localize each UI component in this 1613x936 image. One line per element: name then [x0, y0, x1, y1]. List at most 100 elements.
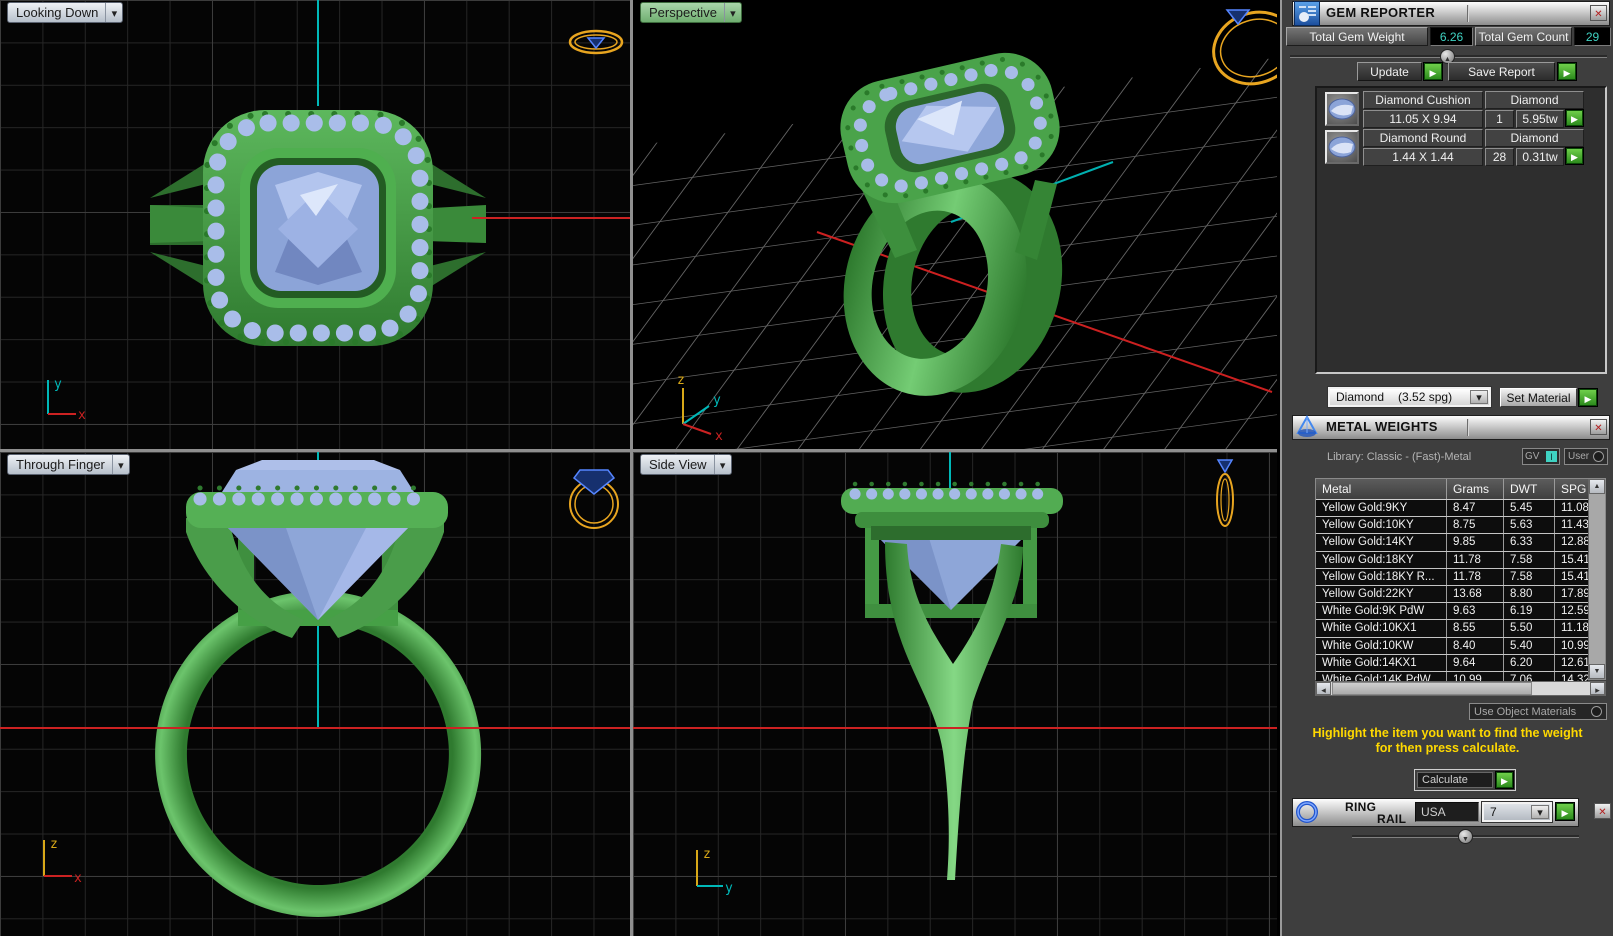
- cell-metal: White Gold:10KW: [1316, 637, 1447, 654]
- viewport-through-finger[interactable]: Through Finger ▾ z x: [0, 452, 630, 936]
- metal-table-row[interactable]: White Gold:14KX1 9.64 6.20 12.61: [1316, 654, 1588, 672]
- cell-grams: 9.63: [1447, 603, 1504, 620]
- col-grams[interactable]: Grams: [1447, 479, 1504, 499]
- set-material-button[interactable]: Set Material: [1500, 388, 1577, 407]
- scroll-left-button[interactable]: [1316, 682, 1331, 695]
- metal-table-row[interactable]: Yellow Gold:10KY 8.75 5.63 11.43: [1316, 517, 1588, 535]
- viewport-side-view[interactable]: Side View ▾ z y: [633, 452, 1277, 936]
- ring-standard-field[interactable]: USA: [1415, 802, 1479, 822]
- set-material-run-button[interactable]: [1578, 388, 1598, 407]
- scrollbar-thumb[interactable]: [1332, 682, 1532, 695]
- gv-toggle[interactable]: GV I: [1522, 448, 1560, 465]
- cell-spg: 11.43: [1561, 519, 1588, 532]
- ring-side-view-render: z y: [633, 452, 1277, 896]
- cell-dwt: 8.80: [1504, 585, 1555, 603]
- metal-weights-icon: [1294, 414, 1320, 440]
- ring-rail-close-button[interactable]: [1594, 803, 1611, 819]
- gem-row-run-button[interactable]: [1565, 147, 1584, 165]
- metal-table-row[interactable]: Yellow Gold:18KY 11.78 7.58 15.41: [1316, 551, 1588, 569]
- viewport-menu-button[interactable]: [105, 3, 122, 22]
- play-icon: [1585, 391, 1592, 405]
- cell-dwt: 7.58: [1504, 551, 1555, 568]
- viewport-menu-button[interactable]: [713, 455, 731, 474]
- cell-grams: 8.75: [1447, 517, 1504, 534]
- metal-table-row[interactable]: White Gold:10KX1 8.55 5.50 11.18: [1316, 620, 1588, 638]
- cell-spg: 15.41: [1561, 553, 1588, 566]
- col-spg[interactable]: SPG: [1555, 479, 1588, 499]
- update-run-button[interactable]: [1423, 62, 1443, 81]
- scroll-right-button[interactable]: [1590, 682, 1605, 695]
- gem-list-item[interactable]: Diamond Round Diamond 1.44 X 1.44 28 0.3…: [1319, 129, 1589, 166]
- gem-thumbnail-icon: [1325, 92, 1359, 126]
- cell-dwt: 6.33: [1504, 534, 1555, 551]
- viewport-perspective[interactable]: Perspective ▾ z y x: [633, 0, 1277, 449]
- scroll-up-button[interactable]: ▲: [1589, 479, 1605, 494]
- scroll-down-button[interactable]: ▼: [1589, 664, 1605, 679]
- svg-text:y: y: [725, 881, 733, 896]
- viewport-splitter-vertical[interactable]: [630, 0, 633, 936]
- metal-table-row[interactable]: Yellow Gold:9KY 8.47 5.45 11.08: [1316, 500, 1588, 518]
- metal-table-row[interactable]: Yellow Gold:18KY R... 11.78 7.58 15.41: [1316, 568, 1588, 586]
- calculate-button[interactable]: Calculate: [1417, 772, 1493, 788]
- metal-table-row[interactable]: White Gold:9K PdW 9.63 6.19 12.59: [1316, 603, 1588, 621]
- gem-count: 28: [1485, 148, 1514, 166]
- cell-grams: 11.78: [1447, 568, 1504, 585]
- ring-orientation-icon: [1216, 459, 1234, 527]
- metal-weights-table: Metal Grams DWT SPG Yellow Gold:9KY 8.47…: [1315, 478, 1606, 690]
- material-select[interactable]: Diamond (3.52 spg): [1327, 386, 1492, 408]
- total-gem-weight-label: Total Gem Weight: [1286, 27, 1428, 46]
- cell-metal: White Gold:14KX1: [1316, 654, 1447, 671]
- cell-metal: Yellow Gold:10KY: [1316, 517, 1447, 534]
- gem-list-item[interactable]: Diamond Cushion Diamond 11.05 X 9.94 1 5…: [1319, 91, 1589, 128]
- table-vertical-scrollbar[interactable]: ▲ ▼: [1588, 479, 1605, 679]
- material-select-arrow[interactable]: [1470, 390, 1488, 404]
- gv-label: GV: [1525, 451, 1540, 462]
- gem-row-run-button[interactable]: [1565, 109, 1584, 127]
- viewport-looking-down[interactable]: Looking Down ▾ y x: [0, 0, 630, 449]
- svg-text:z: z: [50, 837, 58, 852]
- table-horizontal-scrollbar[interactable]: [1315, 681, 1606, 696]
- metal-table-row[interactable]: Yellow Gold:22KY 13.68 8.80 17.89: [1316, 585, 1588, 604]
- play-icon: [1430, 65, 1437, 79]
- viewport-splitter-horizontal[interactable]: [0, 449, 1277, 452]
- svg-text:z: z: [703, 847, 711, 862]
- calculate-run-button[interactable]: [1495, 771, 1514, 789]
- play-icon: [1562, 805, 1569, 819]
- metal-table-row[interactable]: Yellow Gold:14KY 9.85 6.33 12.88: [1316, 534, 1588, 552]
- gem-size: 11.05 X 9.94: [1363, 110, 1483, 128]
- viewport-menu-button[interactable]: [723, 3, 741, 22]
- viewport-tab-through-finger[interactable]: Through Finger: [7, 454, 130, 475]
- col-dwt[interactable]: DWT: [1504, 479, 1555, 499]
- viewport-tab-perspective[interactable]: Perspective: [640, 2, 742, 23]
- gem-reporter-close-button[interactable]: [1590, 5, 1607, 21]
- chevron-down-icon: [118, 457, 124, 472]
- ring-perspective-render: z y x: [633, 9, 1277, 449]
- material-select-spg: (3.52 spg): [1398, 390, 1453, 404]
- col-metal[interactable]: Metal: [1316, 479, 1447, 499]
- ring-rail-run-button[interactable]: [1555, 802, 1575, 821]
- save-report-run-button[interactable]: [1557, 62, 1577, 81]
- ring-size-arrow[interactable]: [1531, 805, 1549, 819]
- ring-rail-collapse-handle[interactable]: [1458, 829, 1473, 844]
- gem-size: 1.44 X 1.44: [1363, 148, 1483, 166]
- metal-table-header[interactable]: Metal Grams DWT SPG: [1316, 479, 1588, 500]
- metal-weights-close-button[interactable]: [1590, 419, 1607, 435]
- use-object-materials-toggle[interactable]: Use Object Materials: [1469, 703, 1607, 720]
- svg-text:x: x: [74, 871, 82, 886]
- update-button[interactable]: Update: [1357, 62, 1422, 81]
- metal-table-row[interactable]: White Gold:10KW 8.40 5.40 10.99: [1316, 637, 1588, 655]
- viewport-menu-button[interactable]: [111, 455, 129, 474]
- use-object-materials-label: Use Object Materials: [1474, 705, 1577, 718]
- user-toggle[interactable]: User: [1564, 448, 1608, 465]
- save-report-button[interactable]: Save Report: [1448, 62, 1555, 81]
- cell-metal: White Gold:9K PdW: [1316, 603, 1447, 620]
- user-label: User: [1568, 451, 1590, 462]
- axis-indicator: z y: [696, 847, 733, 896]
- viewport-tab-looking-down[interactable]: Looking Down: [7, 2, 124, 23]
- cell-grams: 11.78: [1447, 551, 1504, 568]
- viewport-tab-side-view[interactable]: Side View: [640, 454, 732, 475]
- ring-size-select[interactable]: 7: [1481, 801, 1553, 823]
- chevron-down-icon: [112, 5, 118, 20]
- cell-spg: 12.61: [1561, 656, 1588, 669]
- svg-text:x: x: [715, 429, 723, 444]
